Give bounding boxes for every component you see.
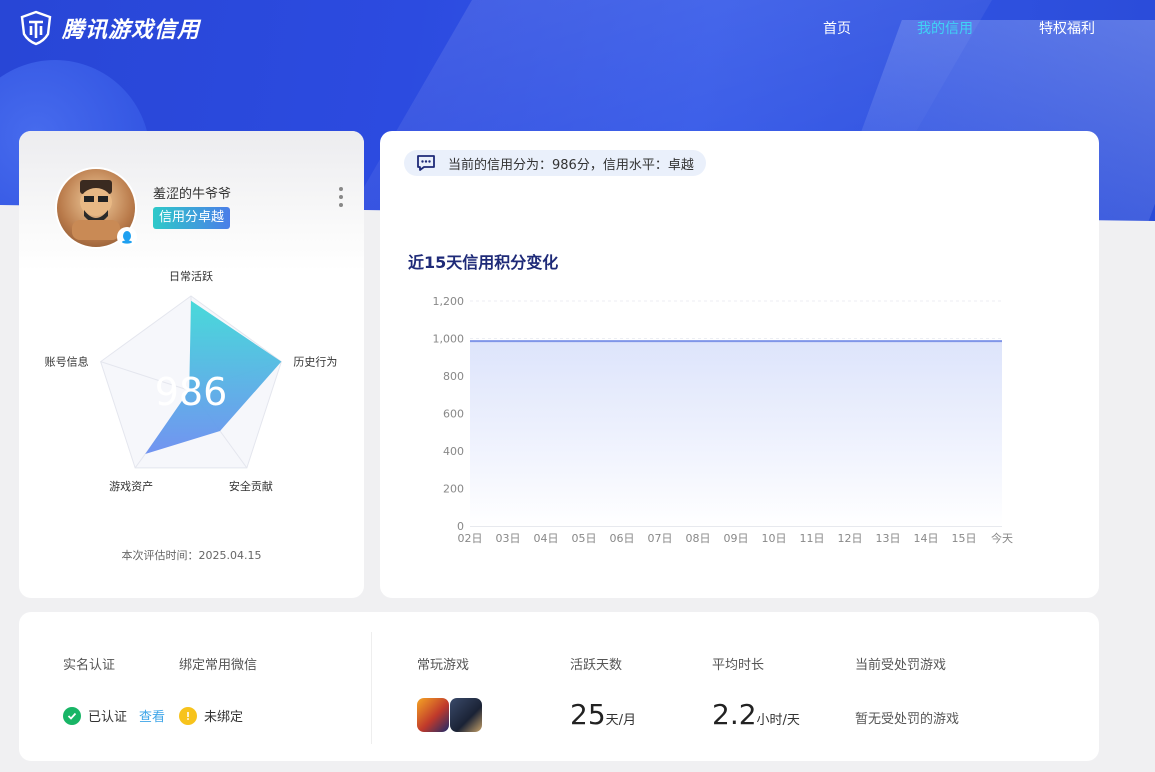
credit-notice-text: 当前的信用分为：986分，信用水平：卓越 [448,157,694,173]
x-tick-label: 今天 [991,531,1013,545]
wechat-value: 未绑定 [204,710,244,725]
radar-axis-label: 安全贡献 [229,479,273,493]
score-area [470,341,1002,526]
x-tick-label: 15日 [952,532,977,545]
account-stats-card: 实名认证 绑定常用微信 已认证 查看 未绑定 常玩游戏 活跃天数 25天/月 平… [19,612,1099,761]
active-days-number: 25 [570,698,606,731]
x-tick-label: 10日 [762,532,787,545]
profile-card: 羞涩的牛爷爷 信用分卓越 986 日常活跃 历史行为 安全贡献 游戏资产 账号信… [19,131,364,598]
x-tick-label: 14日 [914,532,939,545]
credit-line-chart: 02004006008001,0001,200 02日 03日 04日 05日 06日 0… [433,295,1014,545]
avg-time-unit: 小时/天 [756,713,800,728]
game-icon-honor-of-kings[interactable] [417,698,449,732]
x-tick-label: 13日 [876,532,901,545]
active-days-label: 活跃天数 [570,658,623,673]
x-tick-label: 07日 [648,532,673,545]
x-tick-label: 11日 [800,532,825,545]
avg-time-number: 2.2 [712,698,757,731]
realname-value: 已认证 [88,710,128,725]
main-nav: 首页 我的信用 特权福利 [757,18,1095,38]
y-tick-label: 400 [443,445,464,458]
shield-logo-icon [20,10,52,46]
nav-home[interactable]: 首页 [823,18,851,38]
y-tick-label: 1,200 [433,295,465,308]
chart-title: 近15天信用积分变化 [408,253,559,272]
frequent-games [417,698,483,732]
radar-axis-label: 日常活跃 [169,269,213,283]
avg-time-value: 2.2小时/天 [712,698,800,731]
y-tick-label: 800 [443,370,464,383]
active-days-value: 25天/月 [570,698,636,731]
penalty-label: 当前受处罚游戏 [855,658,947,673]
x-tick-label: 05日 [572,532,597,545]
brand-logo[interactable]: 腾讯游戏信用 [18,10,200,46]
credit-level-badge: 信用分卓越 [153,207,231,229]
warning-circle-icon [179,706,197,725]
radar-axis-label: 账号信息 [45,355,89,369]
y-tick-label: 1,000 [433,333,465,346]
message-icon [417,155,435,171]
radar-axis-label: 游戏资产 [109,479,153,493]
more-options-icon[interactable] [337,187,345,207]
avatar-face-icon [72,180,120,240]
y-tick-label: 600 [443,408,464,421]
wechat-status: 未绑定 [179,706,243,725]
y-tick-label: 200 [443,483,464,496]
nav-my-credit[interactable]: 我的信用 [917,18,973,38]
x-tick-label: 08日 [686,532,711,545]
avg-time-label: 平均时长 [712,658,765,673]
wechat-label: 绑定常用微信 [179,658,258,673]
radar-axis-label: 历史行为 [293,356,337,369]
nav-privileges[interactable]: 特权福利 [1039,18,1095,38]
game-icon-peacekeeper[interactable] [450,698,482,732]
x-axis: 02日 03日 04日 05日 06日 07日 08日 09日 10日 11日 12日 13日 14日 1… [458,531,1014,545]
games-label: 常玩游戏 [417,658,470,673]
brand-name: 腾讯游戏信用 [62,18,201,43]
realname-status: 已认证 查看 [63,706,165,725]
x-tick-label: 09日 [724,532,749,545]
penalty-value: 暂无受处罚的游戏 [855,712,960,727]
evaluation-time: 本次评估时间：2025.04.15 [121,549,262,562]
view-realname-link[interactable]: 查看 [139,706,165,725]
credit-notice: 当前的信用分为：986分，信用水平：卓越 [404,150,706,176]
active-days-unit: 天/月 [605,713,637,728]
radar-chart: 986 日常活跃 历史行为 安全贡献 游戏资产 账号信息 [45,269,338,493]
username: 羞涩的牛爷爷 [153,187,232,202]
credit-chart-card: 当前的信用分为：986分，信用水平：卓越 近15天信用积分变化 0 200 400 6… [380,131,1099,598]
x-tick-label: 04日 [534,532,559,545]
x-tick-label: 06日 [610,532,635,545]
x-tick-label: 03日 [496,532,521,545]
stats-divider [371,632,372,744]
check-circle-icon [63,706,81,725]
credit-score: 986 [155,370,228,414]
realname-label: 实名认证 [63,658,116,673]
qq-penguin-icon [117,227,137,247]
x-tick-label: 02日 [458,532,483,545]
top-nav-bar: 腾讯游戏信用 首页 我的信用 特权福利 [0,0,1155,56]
x-tick-label: 12日 [838,532,863,545]
